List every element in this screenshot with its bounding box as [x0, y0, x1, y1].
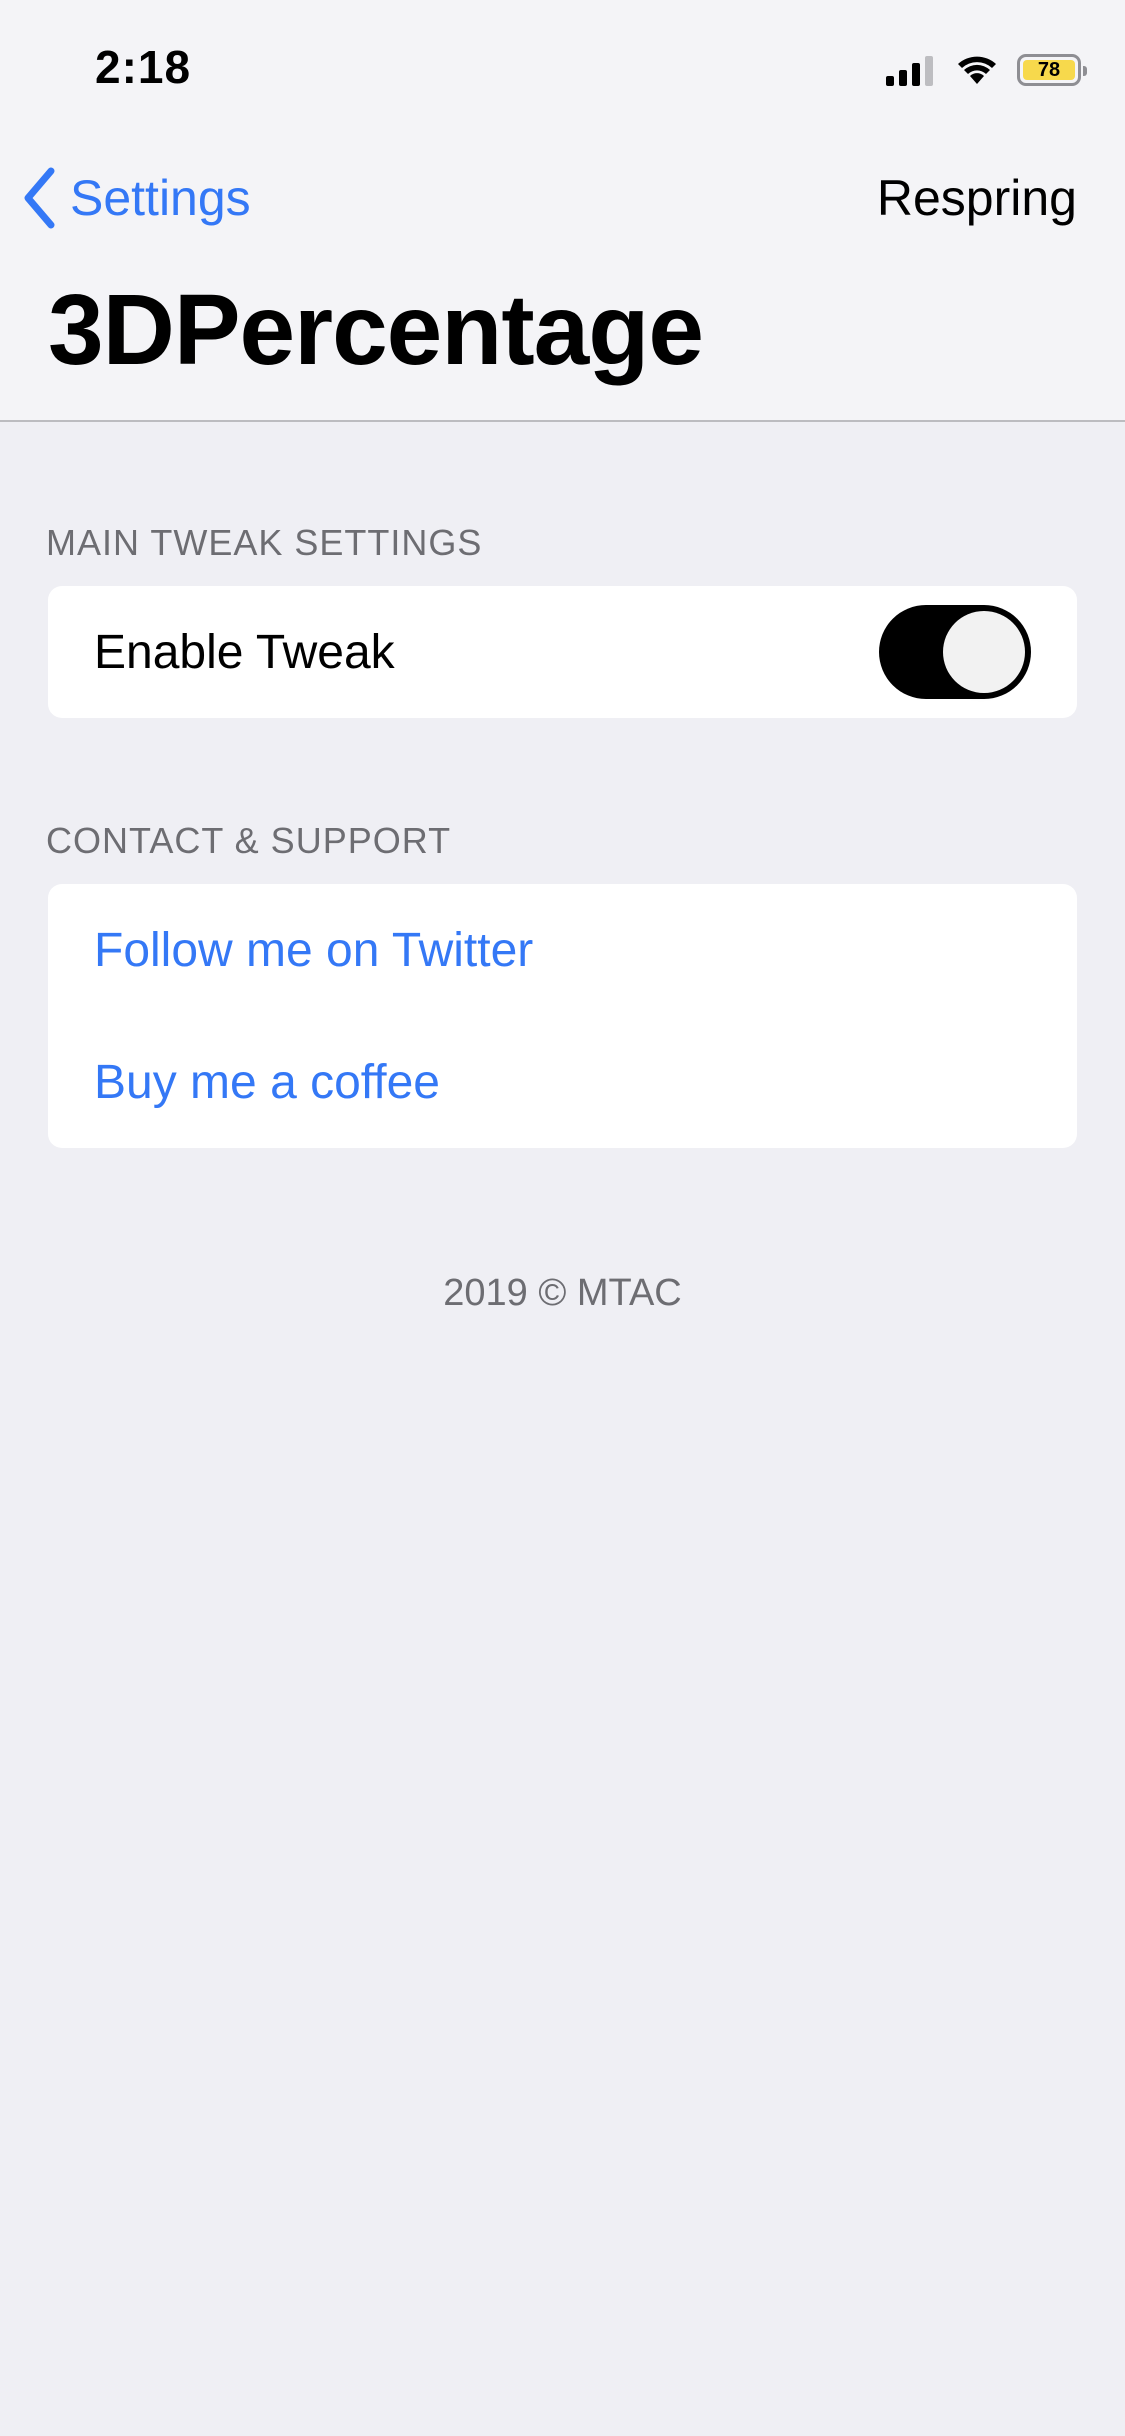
- toggle-knob: [943, 611, 1025, 693]
- battery-level: 78: [1023, 59, 1075, 81]
- contact-support-group: Follow me on Twitter Buy me a coffee: [48, 884, 1077, 1148]
- signal-icon: [886, 54, 933, 86]
- footer-copyright: 2019 © MTAC: [443, 1272, 682, 1314]
- chevron-left-icon: [24, 167, 55, 229]
- section-header-contact-support: CONTACT & SUPPORT: [46, 820, 452, 861]
- status-icons: 78: [886, 50, 1087, 90]
- status-time: 2:18: [95, 41, 192, 93]
- respring-button[interactable]: Respring: [877, 162, 1077, 234]
- battery-icon: 78: [1017, 54, 1087, 86]
- wifi-icon: [958, 56, 996, 84]
- battery-cap: [1083, 66, 1087, 76]
- section-header-main-tweak-settings: MAIN TWEAK SETTINGS: [46, 522, 483, 563]
- enable-tweak-label: Enable Tweak: [94, 625, 395, 679]
- follow-twitter-link[interactable]: Follow me on Twitter: [48, 884, 1077, 1016]
- main-tweak-settings-group: Enable Tweak: [48, 586, 1077, 718]
- enable-tweak-toggle[interactable]: [879, 605, 1031, 699]
- page-title: 3DPercentage: [48, 274, 704, 386]
- navigation-bar: 2:18 78 Settings Respring 3DPercentage: [0, 0, 1125, 422]
- back-button-label: Settings: [70, 170, 251, 226]
- enable-tweak-row: Enable Tweak: [48, 586, 1077, 718]
- back-button[interactable]: Settings: [22, 162, 251, 234]
- buy-coffee-link[interactable]: Buy me a coffee: [48, 1016, 1077, 1148]
